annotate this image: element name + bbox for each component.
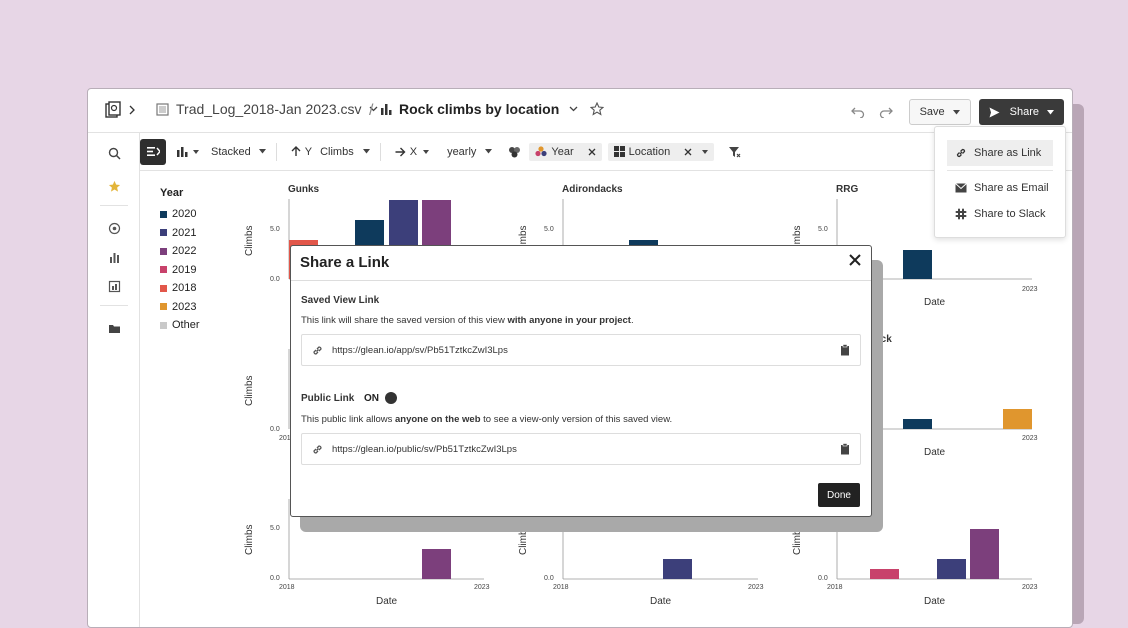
share-link-modal: Share a Link Saved View Link This link w… bbox=[290, 245, 872, 517]
saved-link-url: https://glean.io/app/sv/Pb51TztkcZwI3Lps bbox=[332, 344, 508, 356]
x-tick-end: 2023 bbox=[474, 584, 490, 591]
x-tick-end: 2023 bbox=[1022, 435, 1038, 442]
share-to-slack-label: Share to Slack bbox=[974, 208, 1046, 220]
saved-desc-end: . bbox=[630, 315, 634, 326]
y-axis-title: Climbs bbox=[244, 375, 255, 406]
share-menu: Share as Link Share as Email Share to Sl… bbox=[934, 126, 1066, 238]
public-desc-text: This public link allows bbox=[301, 414, 395, 425]
y-tick: 0.0 bbox=[544, 575, 554, 582]
public-link-toggle[interactable]: ON bbox=[364, 392, 397, 404]
saved-link-title: Saved View Link bbox=[301, 295, 380, 306]
y-tick: 5.0 bbox=[270, 226, 280, 233]
share-as-email-item[interactable]: Share as Email bbox=[947, 175, 1053, 201]
close-icon[interactable] bbox=[849, 254, 861, 266]
copy-icon[interactable] bbox=[840, 344, 850, 356]
x-axis-title: Date bbox=[924, 596, 946, 607]
toggle-knob bbox=[385, 392, 397, 404]
bar-row2-2023[interactable] bbox=[1003, 409, 1032, 429]
public-desc-end: to see a view-only version of this saved… bbox=[480, 414, 673, 425]
facet-title-gunks: Gunks bbox=[288, 184, 320, 195]
bar-rrg-2020[interactable] bbox=[903, 250, 932, 279]
x-tick-end: 2023 bbox=[1022, 286, 1038, 293]
bar-r3c3-2019[interactable] bbox=[870, 569, 899, 579]
facet-title-adirondacks: Adirondacks bbox=[562, 184, 623, 195]
y-tick: 5.0 bbox=[818, 226, 828, 233]
menu-divider bbox=[947, 170, 1053, 171]
modal-title: Share a Link bbox=[300, 254, 390, 271]
share-to-slack-item[interactable]: Share to Slack bbox=[947, 201, 1053, 227]
app-window: Trad_Log_2018-Jan 2023.csv / Rock climbs… bbox=[87, 88, 1073, 628]
y-axis-title: Climbs bbox=[244, 225, 255, 256]
public-desc-bold: anyone on the web bbox=[394, 414, 481, 425]
y-tick: 5.0 bbox=[544, 226, 554, 233]
saved-desc-text: This link will share the saved version o… bbox=[301, 315, 508, 326]
facet-title-rrg: RRG bbox=[836, 184, 859, 195]
link-icon bbox=[311, 344, 324, 357]
x-axis-title: Date bbox=[376, 596, 398, 607]
copy-icon[interactable] bbox=[840, 443, 850, 455]
y-tick: 0.0 bbox=[270, 575, 280, 582]
share-as-link-item[interactable]: Share as Link bbox=[947, 140, 1053, 166]
x-tick-end: 2023 bbox=[1022, 584, 1038, 591]
link-icon bbox=[311, 443, 324, 456]
modal-header: Share a Link bbox=[291, 246, 871, 281]
public-link-url: https://glean.io/public/sv/Pb51TztkcZwI3… bbox=[332, 443, 517, 455]
toggle-state: ON bbox=[364, 392, 379, 404]
x-tick-start: 2018 bbox=[279, 584, 295, 591]
share-as-link-label: Share as Link bbox=[974, 147, 1042, 159]
public-link-title: Public Link bbox=[301, 393, 355, 404]
bar-row2-2020[interactable] bbox=[903, 419, 932, 429]
x-tick-end: 2023 bbox=[748, 584, 764, 591]
x-tick-start: 2018 bbox=[827, 584, 843, 591]
x-axis-title: Date bbox=[650, 596, 672, 607]
public-link-field[interactable]: https://glean.io/public/sv/Pb51TztkcZwI3… bbox=[301, 433, 861, 465]
bar-r3c2-2021[interactable] bbox=[663, 559, 692, 579]
x-axis-title: Date bbox=[924, 297, 946, 308]
bar-r3c3-2022[interactable] bbox=[970, 529, 999, 579]
x-tick-start: 2018 bbox=[553, 584, 569, 591]
share-as-email-label: Share as Email bbox=[974, 182, 1049, 194]
y-tick: 0.0 bbox=[818, 575, 828, 582]
link-icon bbox=[955, 147, 967, 159]
y-tick: 5.0 bbox=[270, 525, 280, 532]
done-button[interactable]: Done bbox=[818, 483, 860, 507]
bar-r3c1-2022[interactable] bbox=[422, 549, 451, 579]
y-tick: 0.0 bbox=[270, 426, 280, 433]
bar-r3c3-2021[interactable] bbox=[937, 559, 966, 579]
saved-link-description: This link will share the saved version o… bbox=[301, 315, 634, 326]
slack-icon bbox=[955, 208, 967, 220]
y-axis-title: Climbs bbox=[244, 524, 255, 555]
public-link-description: This public link allows anyone on the we… bbox=[301, 414, 672, 425]
saved-desc-bold: with anyone in your project bbox=[507, 315, 631, 326]
x-axis-title: Date bbox=[924, 447, 946, 458]
saved-link-field[interactable]: https://glean.io/app/sv/Pb51TztkcZwI3Lps bbox=[301, 334, 861, 366]
mail-icon bbox=[955, 183, 967, 193]
y-tick: 0.0 bbox=[270, 276, 280, 283]
